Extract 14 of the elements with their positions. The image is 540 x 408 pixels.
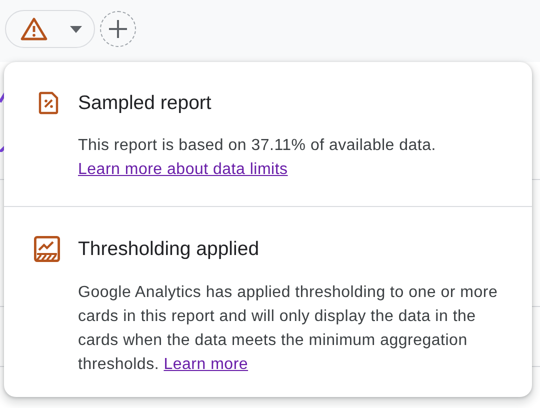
section-text: This report is based on 37.11% of available data. <box>78 136 437 156</box>
section-title: Thresholding applied <box>78 237 260 262</box>
alert-dropdown-button[interactable] <box>5 10 95 48</box>
percent-document-icon <box>38 91 60 115</box>
caret-icon <box>70 26 82 32</box>
line-chart-drawing <box>0 92 6 152</box>
warning-icon <box>20 17 48 41</box>
add-button[interactable] <box>100 11 136 47</box>
chart-icon <box>34 236 60 262</box>
learn-more-link[interactable]: Learn more <box>164 356 248 373</box>
learn-more-link[interactable]: Learn more about data limits <box>78 158 288 182</box>
plus-icon <box>109 20 127 38</box>
section-text: Google Analytics has applied thresholding to one or more cards in this report and will only display the data in the cards when the data meets the minimum aggregation thresholds. Learn more <box>78 283 499 375</box>
section-title: Sampled report <box>78 91 212 116</box>
